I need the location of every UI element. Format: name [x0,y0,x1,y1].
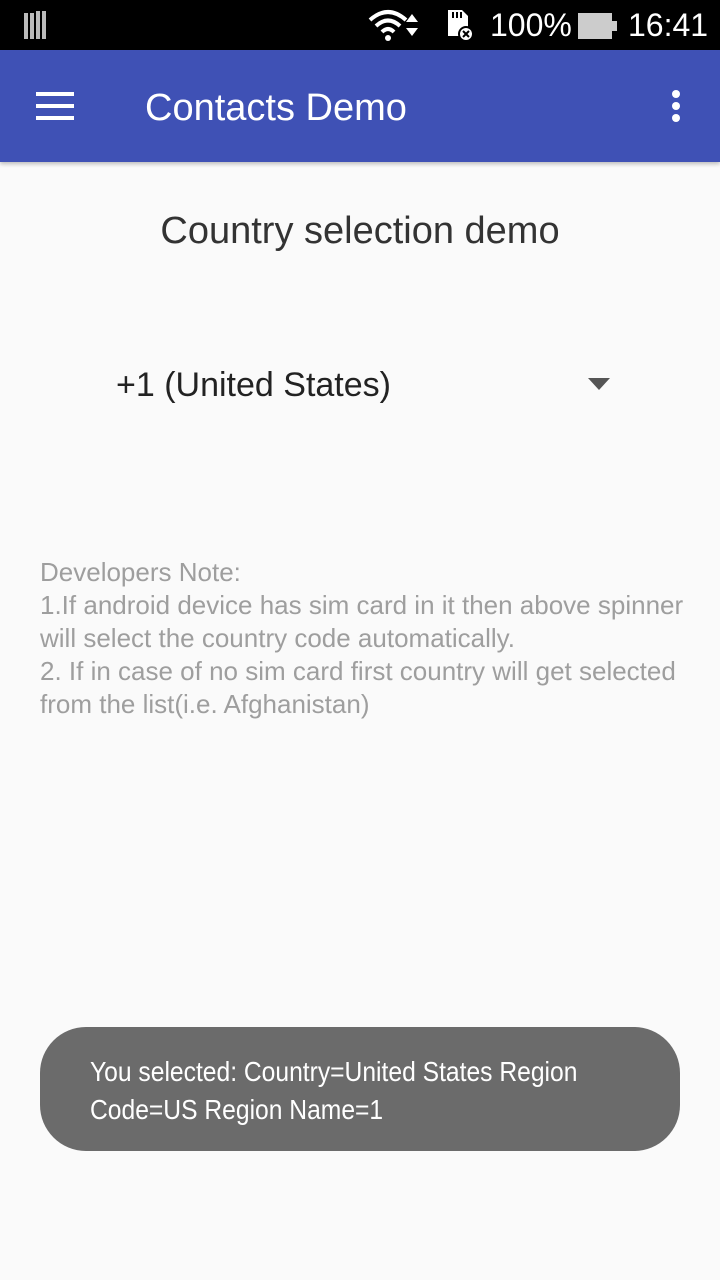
toast-message: You selected: Country=United States Regi… [40,1027,680,1151]
page-heading: Country selection demo [160,210,560,252]
clock: 16:41 [628,7,709,43]
dropdown-arrow-icon [588,377,610,395]
app-bar: Contacts Demo [0,50,720,162]
app-title: Contacts Demo [145,87,407,129]
battery-percentage: 100% [490,7,572,43]
signal-bars-icon [24,11,50,44]
developer-note: Developers Note: 1.If android device has… [40,557,684,719]
overflow-menu-icon[interactable] [666,88,686,128]
spinner-selected-value: +1 (United States) [116,366,391,404]
sd-card-error-icon [442,8,476,47]
status-bar: 100% 16:41 [0,0,720,50]
menu-icon[interactable] [36,92,76,122]
wifi-icon [368,8,426,47]
battery-icon [578,13,618,44]
toast-text: You selected: Country=United States Regi… [90,1056,578,1125]
country-code-spinner[interactable]: +1 (United States) [100,355,630,419]
